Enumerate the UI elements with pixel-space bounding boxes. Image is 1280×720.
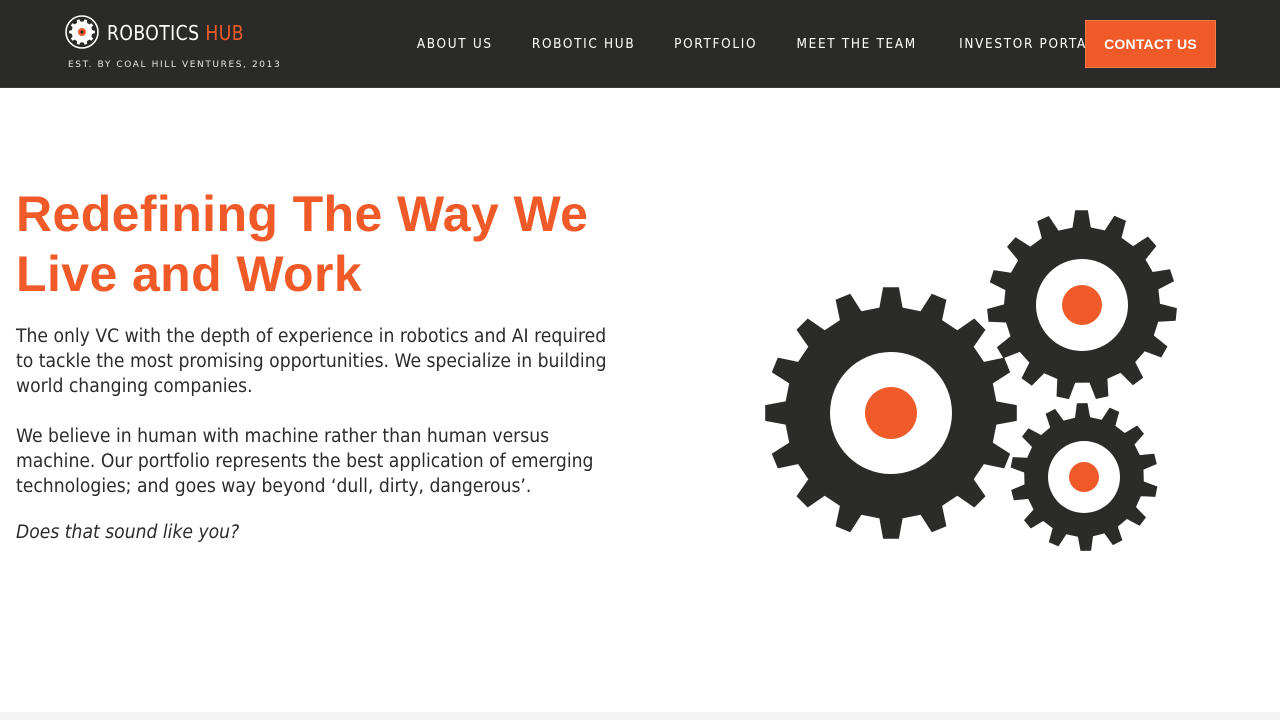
gear-small-icon (1010, 403, 1158, 551)
site-header: ROBOTICS HUB EST. BY COAL HILL VENTURES,… (0, 0, 1280, 88)
brand-tagline: EST. BY COAL HILL VENTURES, 2013 (68, 60, 282, 70)
brand-name-primary: ROBOTICS (107, 21, 200, 45)
contact-us-button[interactable]: CONTACT US (1085, 20, 1216, 68)
nav-item-robotic-hub[interactable]: ROBOTIC HUB (517, 37, 650, 52)
gear-top-icon (987, 210, 1177, 400)
footer-strip (0, 712, 1280, 720)
nav-item-meet-the-team[interactable]: MEET THE TEAM (782, 37, 932, 52)
brand-logo[interactable]: ROBOTICS HUB EST. BY COAL HILL VENTURES,… (64, 14, 284, 74)
brand-name-accent: HUB (205, 21, 244, 45)
hero-paragraph-2: We believe in human with machine rather … (16, 426, 594, 497)
nav-item-portfolio[interactable]: PORTFOLIO (659, 37, 772, 52)
gear-logo-icon (65, 15, 99, 49)
hero-title: Redefining The Way We Live and Work (16, 186, 589, 302)
gear-large-icon (765, 287, 1017, 539)
gears-illustration (765, 210, 1177, 551)
hero-paragraph-1: The only VC with the depth of experience… (16, 326, 607, 397)
hero-question: Does that sound like you? (16, 522, 240, 543)
nav-item-about-us[interactable]: ABOUT US (402, 37, 508, 52)
brand-name: ROBOTICS HUB (107, 21, 244, 45)
main-navigation: ABOUT US ROBOTIC HUB PORTFOLIO MEET THE … (398, 0, 1116, 88)
